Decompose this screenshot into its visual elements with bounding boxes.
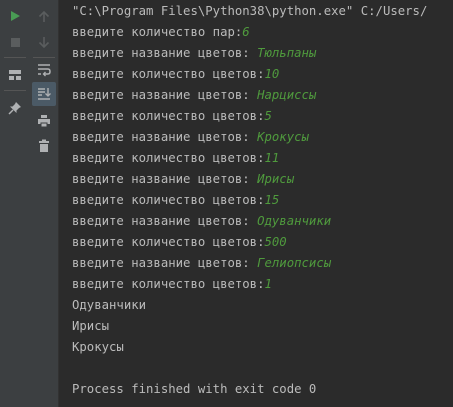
prompt-text: введите количество цветов:	[72, 67, 265, 81]
down-arrow-icon[interactable]	[34, 32, 54, 52]
console-line: введите название цветов: Одуванчики	[72, 212, 331, 230]
user-input-text: Крокусы	[257, 130, 309, 144]
user-input-text: Одуванчики	[257, 214, 332, 228]
user-input-text: 6	[242, 25, 250, 39]
user-input-text: Гелиопсисы	[257, 256, 332, 270]
user-input-text: 15	[264, 193, 280, 207]
prompt-text: введите название цветов:	[72, 214, 258, 228]
print-icon[interactable]	[34, 111, 54, 131]
user-input-text: Тюльпаны	[257, 46, 317, 60]
prompt-text: введите количество цветов:	[72, 193, 265, 207]
prompt-text: введите количество цветов:	[72, 109, 265, 123]
stop-icon[interactable]	[5, 32, 25, 52]
console-line: введите название цветов: Крокусы	[72, 128, 309, 146]
soft-wrap-icon[interactable]	[34, 60, 54, 80]
prompt-text: введите название цветов:	[72, 256, 258, 270]
output-line: Одуванчики	[72, 298, 147, 312]
trash-icon[interactable]	[34, 136, 54, 156]
user-input-text: 10	[264, 67, 280, 81]
toolbar-divider	[4, 90, 26, 91]
prompt-text: введите количество цветов:	[72, 277, 265, 291]
console-output[interactable]: "C:\Program Files\Python38\python.exe" C…	[72, 0, 453, 407]
layout-icon[interactable]	[5, 65, 25, 85]
console-line: введите количество цветов:1	[72, 275, 272, 293]
console-line: введите название цветов: Ирисы	[72, 170, 294, 188]
prompt-text: введите название цветов:	[72, 130, 258, 144]
exit-message: Process finished with exit code 0	[72, 382, 317, 396]
console-line: введите количество цветов:10	[72, 65, 279, 83]
prompt-text: введите название цветов:	[72, 88, 258, 102]
prompt-text: введите название цветов:	[72, 46, 258, 60]
user-input-text: 500	[264, 235, 287, 249]
run-toolbar	[0, 0, 30, 407]
prompt-text: введите название цветов:	[72, 172, 258, 186]
output-line: Крокусы	[72, 340, 124, 354]
console-line: введите количество цветов:11	[72, 149, 279, 167]
console-line: введите название цветов: Тюльпаны	[72, 44, 316, 62]
console-line: введите название цветов: Гелиопсисы	[72, 254, 331, 272]
prompt-text: введите количество пар:	[72, 25, 243, 39]
user-input-text: 5	[264, 109, 272, 123]
user-input-text: 11	[264, 151, 280, 165]
panel-divider	[58, 0, 59, 407]
pin-icon[interactable]	[5, 98, 25, 118]
console-line: введите название цветов: Нарциссы	[72, 86, 316, 104]
console-line: введите количество пар:6	[72, 23, 250, 41]
run-console-window: "C:\Program Files\Python38\python.exe" C…	[0, 0, 453, 407]
toolbar-divider	[33, 57, 55, 58]
toolbar-divider	[4, 57, 26, 58]
console-line: введите количество цветов:5	[72, 107, 272, 125]
output-line: Ирисы	[72, 319, 110, 333]
command-line: "C:\Program Files\Python38\python.exe" C…	[72, 4, 428, 18]
console-line: введите количество цветов:500	[72, 233, 287, 251]
console-line: введите количество цветов:15	[72, 191, 279, 209]
prompt-text: введите количество цветов:	[72, 235, 265, 249]
user-input-text: Нарциссы	[257, 88, 317, 102]
run-icon[interactable]	[5, 6, 25, 26]
user-input-text: Ирисы	[257, 172, 295, 186]
user-input-text: 1	[264, 277, 272, 291]
scroll-to-end-icon[interactable]	[32, 82, 56, 106]
up-arrow-icon[interactable]	[34, 6, 54, 26]
prompt-text: введите количество цветов:	[72, 151, 265, 165]
console-toolbar	[30, 0, 58, 407]
